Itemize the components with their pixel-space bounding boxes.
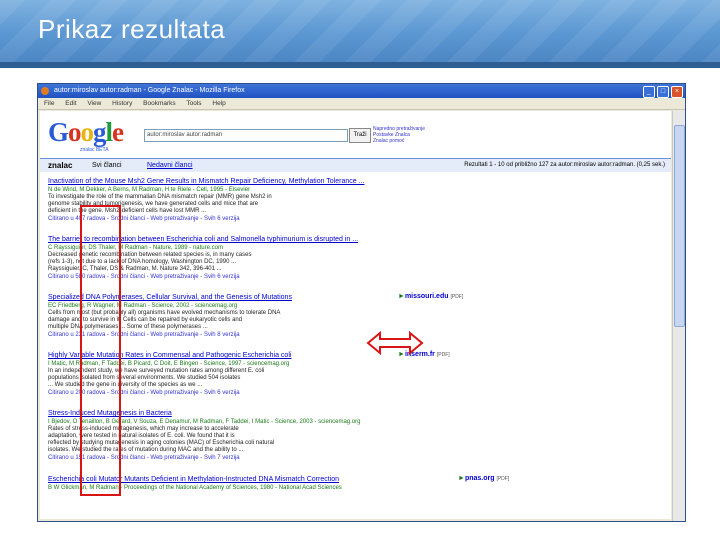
result-snippet: damage and to survive in it. Cells can b…: [48, 317, 243, 323]
result-authors: I Bjedov, O Tenaillon, B Gérard, V Souza…: [48, 419, 361, 425]
result-snippet: multiple DNA polymerases ... Some of the…: [48, 324, 208, 330]
slide-header: Prikaz rezultata: [0, 0, 720, 62]
pdf-tag: [PDF]: [450, 294, 464, 300]
result-links[interactable]: Citirano u 231 radova - Srodni članci - …: [48, 331, 668, 339]
result-item: Highly Variable Mutation Rates in Commen…: [48, 351, 668, 409]
search-links: Napredno pretraživanje Postavke Znalca Z…: [373, 126, 425, 144]
tab-recent-articles[interactable]: Nedavni članci: [147, 159, 193, 172]
result-snippet: adaptation, were tested in natural isola…: [48, 433, 235, 439]
search-input[interactable]: autor:miroslav autor:radman: [144, 129, 348, 142]
result-snippet: genome stability and tumorigenesis, we h…: [48, 201, 259, 207]
menu-file[interactable]: File: [44, 100, 54, 107]
result-snippet: populations isolated from several enviro…: [48, 375, 241, 381]
result-authors: C Rayssiguier, DS Thaler, M Radman - Nat…: [48, 245, 223, 251]
window-title: autor:miroslav autor:radman - Google Zna…: [54, 87, 245, 94]
vertical-scrollbar[interactable]: [672, 111, 685, 521]
minimize-button[interactable]: _: [643, 86, 655, 98]
logo-subtitle: znalac BETA: [80, 147, 109, 153]
maximize-button[interactable]: □: [657, 86, 669, 98]
menu-edit[interactable]: Edit: [65, 100, 76, 107]
result-snippet: Rates of stress-induced mutagenesis, whi…: [48, 426, 239, 432]
menu-bar: File Edit View History Bookmarks Tools H…: [38, 98, 685, 110]
firefox-icon: [41, 87, 49, 95]
result-title[interactable]: Inactivation of the Mouse Msh2 Gene Resu…: [48, 177, 668, 186]
double-arrow-icon: [366, 330, 424, 356]
result-links[interactable]: Citirano u 580 radova - Srodni članci - …: [48, 273, 668, 281]
results-list: Inactivation of the Mouse Msh2 Gene Resu…: [48, 177, 668, 499]
slide-title: Prikaz rezultata: [38, 14, 226, 44]
help-link[interactable]: Znalac pomoć: [373, 138, 425, 144]
result-item: Stress-Induced Mutagenesis in Bacteria I…: [48, 409, 668, 475]
result-item: Inactivation of the Mouse Msh2 Gene Resu…: [48, 177, 668, 235]
page-content: Google znalac BETA autor:miroslav autor:…: [40, 111, 671, 519]
result-snippet: In an independent study, we have surveye…: [48, 368, 265, 374]
result-snippet: To investigate the role of the mammalian…: [48, 194, 272, 200]
result-authors: I Matic, M Radman, F Taddei, B Picard, C…: [48, 361, 290, 367]
browser-window: autor:miroslav autor:radman - Google Zna…: [37, 83, 686, 522]
menu-tools[interactable]: Tools: [186, 100, 201, 107]
result-links[interactable]: Citirano u 151 radova - Srodni članci - …: [48, 454, 668, 462]
citation-highlight-box: [80, 205, 121, 496]
section-label: znalac: [48, 161, 73, 170]
result-title[interactable]: Highly Variable Mutation Rates in Commen…: [48, 351, 668, 360]
result-authors: N de Wind, M Dekker, A Berns, M Radman, …: [48, 187, 251, 193]
results-stats: Rezultati 1 - 10 od približno 127 za aut…: [464, 162, 665, 168]
result-links[interactable]: Citirano u 200 radova - Srodni članci - …: [48, 389, 668, 397]
menu-history[interactable]: History: [112, 100, 132, 107]
result-authors: B W Glickman, M Radman - Proceedings of …: [48, 485, 342, 491]
menu-view[interactable]: View: [87, 100, 101, 107]
result-links[interactable]: Citirano u 407 radova - Srodni članci - …: [48, 215, 668, 223]
result-snippet: Cells from most (but probably all) organ…: [48, 310, 281, 316]
window-titlebar: autor:miroslav autor:radman - Google Zna…: [38, 84, 685, 98]
result-item: Escherichia coli Mutator Mutants Deficie…: [48, 475, 668, 499]
result-snippet: Decreased genetic recombination between …: [48, 252, 252, 258]
result-authors: EC Friedberg, R Wagner, M Radman - Scien…: [48, 303, 238, 309]
result-source-link[interactable]: ►pnas.org [PDF]: [458, 475, 509, 482]
pdf-tag: [PDF]: [436, 352, 450, 358]
header-divider: [0, 62, 720, 68]
result-item: The barrier to recombination between Esc…: [48, 235, 668, 293]
result-source-link[interactable]: ►missouri.edu [PDF]: [398, 293, 463, 300]
menu-help[interactable]: Help: [212, 100, 225, 107]
scrollbar-thumb[interactable]: [674, 125, 685, 327]
source-domain[interactable]: pnas.org: [465, 475, 495, 482]
result-snippet: reflected by studying mutagenesis in agi…: [48, 440, 275, 446]
results-header-bar: znalac Svi članci Nedavni članci Rezulta…: [40, 158, 671, 172]
result-snippet: Rayssiguier, C, Thaler, DS & Radman, M. …: [48, 266, 222, 272]
result-title[interactable]: Specialized DNA Polymerases, Cellular Su…: [48, 293, 668, 302]
result-item: Specialized DNA Polymerases, Cellular Su…: [48, 293, 668, 351]
menu-bookmarks[interactable]: Bookmarks: [143, 100, 176, 107]
result-title[interactable]: The barrier to recombination between Esc…: [48, 235, 668, 244]
result-snippet: isolates. We studied the rates of mutati…: [48, 447, 244, 453]
pdf-tag: [PDF]: [496, 476, 510, 482]
result-title[interactable]: Stress-Induced Mutagenesis in Bacteria: [48, 409, 668, 418]
result-snippet: ... We studied the gene in diversity of …: [48, 382, 203, 388]
tab-all-articles[interactable]: Svi članci: [92, 159, 122, 172]
result-snippet: (refs 1-3), not due to a lack of DNA hom…: [48, 259, 237, 265]
source-domain[interactable]: missouri.edu: [405, 293, 449, 300]
result-title[interactable]: Escherichia coli Mutator Mutants Deficie…: [48, 475, 668, 484]
result-snippet: deficient in the gene. Msh2-deficient ce…: [48, 208, 207, 214]
google-logo[interactable]: Google: [48, 117, 124, 148]
search-button[interactable]: Traži: [349, 128, 371, 143]
close-button[interactable]: ×: [671, 86, 683, 98]
